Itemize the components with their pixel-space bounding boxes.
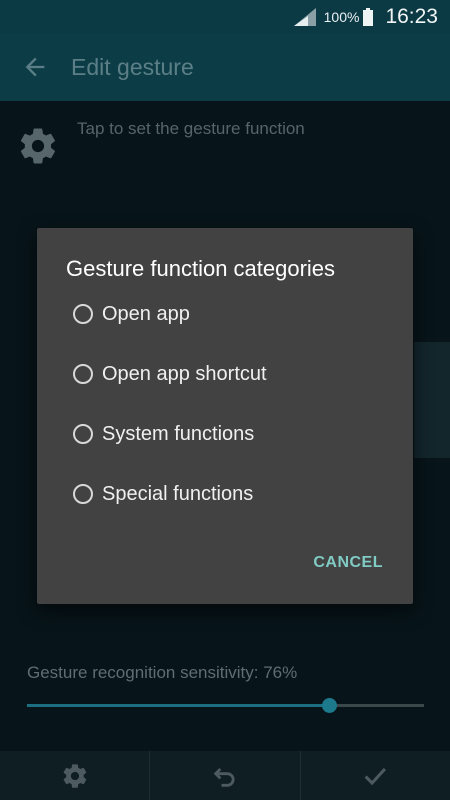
gear-icon (63, 763, 86, 788)
gesture-categories-dialog: Gesture function categories Open app Ope… (37, 228, 413, 604)
page-title: Edit gesture (71, 53, 194, 80)
option-label: Open app shortcut (102, 362, 267, 385)
option-label: Special functions (102, 482, 254, 505)
undo-button[interactable] (150, 751, 301, 800)
slider-thumb[interactable] (321, 698, 337, 713)
status-time: 16:23 (385, 4, 438, 28)
option-system-functions[interactable]: System functions (73, 414, 254, 454)
option-open-app-shortcut[interactable]: Open app shortcut (73, 354, 267, 394)
radio-button[interactable] (73, 484, 93, 504)
radio-button[interactable] (73, 304, 93, 324)
screen: 100% 16:23 Edit gesture Tap to set the g… (0, 0, 450, 800)
app-bar: Edit gesture (0, 33, 450, 101)
radio-button[interactable] (73, 364, 93, 384)
confirm-button[interactable] (301, 751, 450, 800)
option-label: Open app (102, 302, 190, 325)
radio-button[interactable] (73, 424, 93, 444)
option-open-app[interactable]: Open app (73, 294, 190, 334)
gear-icon[interactable] (17, 125, 59, 167)
dialog-title: Gesture function categories (66, 256, 336, 281)
slider-fill (27, 704, 329, 707)
sensitivity-slider[interactable] (27, 698, 424, 713)
option-label: System functions (102, 422, 255, 445)
back-arrow-icon[interactable] (21, 53, 49, 81)
option-special-functions[interactable]: Special functions (73, 474, 253, 514)
signal-icon (293, 7, 316, 26)
cancel-button[interactable]: CANCEL (313, 554, 383, 572)
undo-icon (213, 767, 235, 787)
battery-percent: 100% (323, 8, 360, 25)
settings-button[interactable] (0, 751, 151, 800)
bottom-bar (0, 751, 450, 800)
gesture-hint[interactable]: Tap to set the gesture function (77, 119, 305, 139)
gesture-canvas-edge (414, 342, 450, 458)
sensitivity-label: Gesture recognition sensitivity: 76% (27, 663, 298, 682)
battery-icon (363, 7, 374, 26)
check-icon (364, 767, 387, 785)
status-bar: 100% 16:23 (0, 0, 450, 33)
